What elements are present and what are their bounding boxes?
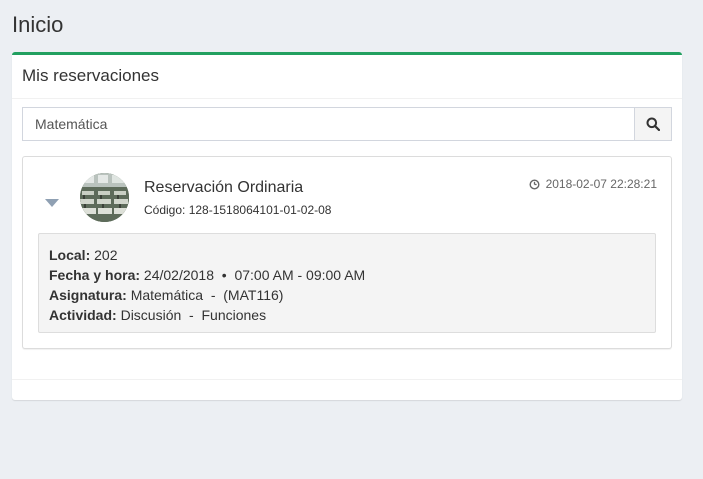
detail-fecha: Fecha y hora: 24/02/2018 • 07:00 AM - 09…: [49, 265, 645, 285]
search-input[interactable]: [22, 107, 634, 141]
reservation-card: Reservación Ordinaria Código: 128-151806…: [22, 156, 672, 349]
box-title: Mis reservaciones: [22, 66, 159, 85]
local-label: Local:: [49, 247, 91, 263]
reservations-box: Mis reservaciones Matemática Reservación…: [12, 52, 682, 400]
reservation-title: Reservación Ordinaria: [144, 179, 304, 196]
asignatura-label: Asignatura:: [49, 287, 127, 303]
fecha-value: 24/02/2018 • 07:00 AM - 09:00 AM: [143, 267, 366, 283]
local-value: 202: [94, 247, 118, 263]
actividad-label: Actividad:: [49, 307, 117, 323]
expand-toggle-icon[interactable]: [45, 199, 59, 207]
detail-local: Local: 202: [49, 245, 645, 265]
search-icon: [646, 117, 660, 131]
detail-asignatura: Asignatura: Matemática - (MAT116): [49, 285, 645, 305]
fecha-label: Fecha y hora:: [49, 267, 141, 283]
search-group: [22, 107, 672, 141]
box-footer: [12, 379, 682, 380]
detail-actividad: Actividad: Discusión - Funciones: [49, 305, 645, 325]
reservation-details: Local: 202 Fecha y hora: 24/02/2018 • 07…: [38, 233, 656, 333]
clock-icon: [529, 178, 540, 190]
search-button[interactable]: [634, 107, 672, 141]
box-header: Mis reservaciones: [12, 55, 682, 99]
reservation-code: Código: 128-1518064101-01-02-08: [144, 203, 332, 217]
actividad-value: Discusión - Funciones: [120, 307, 267, 323]
timestamp-text: 2018-02-07 22:28:21: [545, 177, 657, 191]
page-title: Inicio: [12, 12, 64, 37]
classroom-avatar: [80, 173, 129, 222]
asignatura-value: Matemática - (MAT116): [130, 287, 284, 303]
reservation-timestamp: 2018-02-07 22:28:21: [529, 177, 657, 191]
